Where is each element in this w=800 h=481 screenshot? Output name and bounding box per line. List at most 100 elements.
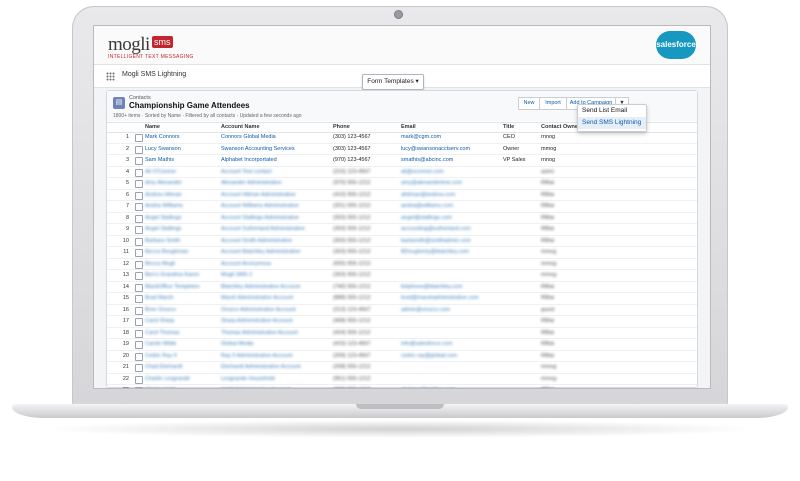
contact-name-link[interactable]: Mark Connors [145, 134, 215, 140]
import-button[interactable]: Import [539, 97, 567, 110]
account-name-link[interactable]: Holdt Administrative Account [221, 387, 327, 388]
table-row[interactable]: 20 Cedric Ray II Ray II Administrative Acc… [107, 351, 697, 362]
row-checkbox[interactable] [135, 260, 143, 269]
contact-name-link[interactable]: Becca Boughman [145, 249, 215, 255]
account-name-link[interactable]: Account Stallings Administrative [221, 215, 327, 221]
menu-item-send-sms-lightning[interactable]: Send SMS Lightning [578, 117, 646, 129]
table-row[interactable]: 18 Carol Thomas Thomas Administrative Acco… [107, 328, 697, 339]
account-name-link[interactable]: Marsh Administrative Account [221, 295, 327, 301]
table-row[interactable]: 17 Carol Sharp Sharp Administrative Accoun… [107, 316, 697, 328]
table-row[interactable]: 4 Ali O'Connor Account Test contact (215) 1… [107, 167, 697, 178]
email-link[interactable]: barbsmith@smithadmin.com [401, 238, 501, 244]
table-row[interactable]: 21 Chad Eterhardt Eterhardt Administrative… [107, 362, 697, 374]
account-name-link[interactable]: Connors Global Media [221, 134, 327, 140]
contact-name-link[interactable]: Ben's Grandma Karen [145, 272, 215, 278]
email-link[interactable]: amy@alexandertest.com [401, 180, 501, 186]
row-checkbox[interactable] [135, 226, 143, 234]
table-row[interactable]: 16 Bree Orozco Orozco Administrative Accou… [107, 305, 697, 316]
column-header-owner[interactable]: Contact Owner [541, 124, 580, 130]
contact-name-link[interactable]: Andrea Hitman [145, 192, 215, 198]
email-link[interactable]: brad@marshadministrative.com [401, 295, 501, 301]
table-row[interactable]: 8 Angel Stallings Account Stallings Admini… [107, 213, 697, 224]
row-checkbox[interactable] [135, 214, 143, 223]
row-checkbox[interactable] [135, 352, 143, 361]
account-name-link[interactable]: Account Anonymous [221, 261, 327, 267]
table-row[interactable]: 23 Chelsa Hold Holdt Administrative Accoun… [107, 385, 697, 388]
account-name-link[interactable]: Eterhardt Administrative Account [221, 364, 327, 370]
email-link[interactable]: chelsea@holdtco.com [401, 387, 501, 388]
contact-name-link[interactable]: Barbara Smith [145, 238, 215, 244]
email-link[interactable]: angel@stallings.com [401, 215, 501, 221]
email-link[interactable]: lucy@swansonacctserv.com [401, 146, 501, 152]
menu-item-send-list-email[interactable]: Send List Email [578, 105, 646, 117]
account-name-link[interactable]: Account Sutherland Administrative [221, 226, 327, 232]
email-link[interactable]: admin@orozco.com [401, 307, 501, 313]
contact-name-link[interactable]: Carole Wilde [145, 341, 215, 347]
contact-name-link[interactable]: Amy Alexander [145, 180, 215, 186]
contact-name-link[interactable]: Lucy Swanson [145, 146, 215, 152]
email-link[interactable]: info@salesforce.com [401, 341, 501, 347]
table-row[interactable]: 19 Carole Wilde Global Media (415) 123-4567… [107, 339, 697, 351]
contact-name-link[interactable]: Carol Sharp [145, 318, 215, 324]
contact-name-link[interactable]: Chad Eterhardt [145, 364, 215, 370]
row-checkbox[interactable] [135, 318, 143, 326]
email-link[interactable]: andria@williams.com [401, 203, 501, 209]
account-name-link[interactable]: Sharp Administrative Account [221, 318, 327, 324]
row-checkbox[interactable] [135, 387, 143, 388]
account-name-link[interactable]: Thomas Administrative Account [221, 330, 327, 336]
row-checkbox[interactable] [135, 191, 143, 200]
table-row[interactable]: 7 Andria Williams Account Williams Adminis… [107, 201, 697, 213]
account-name-link[interactable]: Account Blatchley Administrative [221, 249, 327, 255]
contact-name-link[interactable]: Ali O'Connor [145, 169, 215, 175]
account-name-link[interactable]: Lesgrande Household [221, 376, 327, 382]
email-link[interactable]: ahitman@andrea.com [401, 192, 501, 198]
account-name-link[interactable]: Global Media [221, 341, 327, 347]
email-link[interactable]: smathis@abcinc.com [401, 157, 501, 163]
email-link[interactable]: bstphone@blatchley.com [401, 284, 501, 290]
column-header-email[interactable]: Email [401, 124, 416, 130]
email-link[interactable]: cedric.ray@global.com [401, 353, 501, 359]
row-checkbox[interactable] [135, 295, 143, 303]
account-name-link[interactable]: Blatchley Administrative Account [221, 284, 327, 290]
account-name-link[interactable]: Account Williams Administrative [221, 203, 327, 209]
email-link[interactable]: ali@oconnor.com [401, 169, 501, 175]
contact-name-link[interactable]: Charlie Lesgrande [145, 376, 215, 382]
email-link[interactable]: mark@cgm.com [401, 134, 501, 140]
row-checkbox[interactable] [135, 249, 143, 257]
table-row[interactable]: 9 Angel Stallings Account Sutherland Admin… [107, 224, 697, 236]
table-row[interactable]: 6 Andrea Hitman Account Hitman Administrat… [107, 190, 697, 201]
contact-name-link[interactable]: Chelsa Hold [145, 387, 215, 388]
account-name-link[interactable]: Orozco Administrative Account [221, 307, 327, 313]
table-row[interactable]: 11 Becca Boughman Account Blatchley Admini… [107, 247, 697, 259]
table-row[interactable]: 5 Amy Alexander Alexander Administrative (9… [107, 178, 697, 190]
account-name-link[interactable]: Ray II Administrative Account [221, 353, 327, 359]
table-row[interactable]: 15 Brad Marsh Marsh Administrative Account… [107, 293, 697, 305]
contact-name-link[interactable]: Bree Orozco [145, 307, 215, 313]
contact-name-link[interactable]: Carol Thomas [145, 330, 215, 336]
row-checkbox[interactable] [135, 341, 143, 349]
account-name-link[interactable]: Account Smith Administrative [221, 238, 327, 244]
email-link[interactable]: BDougherty@blatchley.com [401, 249, 501, 255]
table-row[interactable]: 1 Mark Connors Connors Global Media (303) 1… [107, 132, 697, 144]
table-row[interactable]: 22 Charlie Lesgrande Lesgrande Household (9… [107, 374, 697, 385]
account-name-link[interactable]: Swanson Accounting Services [221, 146, 327, 152]
email-link[interactable]: accounting@sutherland.com [401, 226, 501, 232]
row-checkbox[interactable] [135, 157, 143, 165]
contact-name-link[interactable]: BlackOffice Templeton [145, 284, 215, 290]
contact-name-link[interactable]: Cedric Ray II [145, 353, 215, 359]
contact-name-link[interactable]: Brad Marsh [145, 295, 215, 301]
row-checkbox[interactable] [135, 375, 143, 384]
row-checkbox[interactable] [135, 364, 143, 372]
account-name-link[interactable]: Account Hitman Administrative [221, 192, 327, 198]
row-checkbox[interactable] [135, 306, 143, 315]
new-button[interactable]: New [518, 97, 540, 110]
table-row[interactable]: 13 Ben's Grandma Karen Mogli SMS 2 (303) 55… [107, 270, 697, 282]
row-checkbox[interactable] [135, 329, 143, 338]
row-checkbox[interactable] [135, 237, 143, 246]
row-checkbox[interactable] [135, 145, 143, 154]
account-name-link[interactable]: Alexander Administrative [221, 180, 327, 186]
contact-name-link[interactable]: Angel Stallings [145, 226, 215, 232]
row-checkbox[interactable] [135, 168, 143, 177]
form-templates-button[interactable]: Form Templates ▾ [362, 74, 424, 90]
table-row[interactable]: 3 Sam Mathis Alphabet Incorportated (970) 1… [107, 155, 697, 167]
